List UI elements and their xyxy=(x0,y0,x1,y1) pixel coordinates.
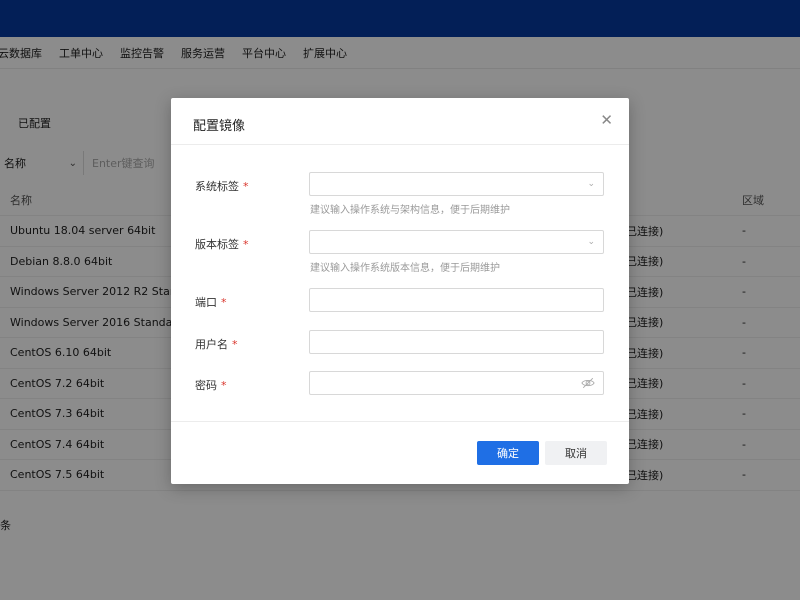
os-tag-select[interactable]: ⌄ xyxy=(309,172,604,196)
os-tag-label: 系统标签 * xyxy=(195,178,249,194)
password-label-text: 密码 xyxy=(195,379,217,392)
cancel-button[interactable]: 取消 xyxy=(545,441,607,465)
version-tag-select[interactable]: ⌄ xyxy=(309,230,604,254)
confirm-button[interactable]: 确定 xyxy=(477,441,539,465)
required-mark: * xyxy=(221,296,227,309)
port-label: 端口 * xyxy=(195,294,227,310)
os-tag-hint: 建议输入操作系统与架构信息，便于后期维护 xyxy=(310,205,510,216)
chevron-down-icon: ⌄ xyxy=(587,179,595,189)
configure-image-dialog: 配置镜像 ✕ 系统标签 * ⌄ 建议输入操作系统与架构信息，便于后期维护 版本标签… xyxy=(171,98,629,484)
version-tag-label-text: 版本标签 xyxy=(195,238,239,251)
dialog-footer-divider xyxy=(171,421,629,422)
password-input[interactable] xyxy=(309,371,604,395)
os-tag-label-text: 系统标签 xyxy=(195,180,239,193)
port-input[interactable] xyxy=(309,288,604,312)
close-icon[interactable]: ✕ xyxy=(600,111,613,129)
dialog-header: 配置镜像 ✕ xyxy=(171,98,629,145)
username-label-text: 用户名 xyxy=(195,338,228,351)
required-mark: * xyxy=(221,379,227,392)
required-mark: * xyxy=(232,338,238,351)
dialog-title: 配置镜像 xyxy=(193,119,246,134)
port-label-text: 端口 xyxy=(195,296,217,309)
required-mark: * xyxy=(243,180,249,193)
required-mark: * xyxy=(243,238,249,251)
version-tag-hint: 建议输入操作系统版本信息，便于后期维护 xyxy=(310,263,500,274)
username-input[interactable] xyxy=(309,330,604,354)
eye-off-icon[interactable] xyxy=(581,376,595,390)
version-tag-label: 版本标签 * xyxy=(195,236,249,252)
chevron-down-icon: ⌄ xyxy=(587,237,595,247)
password-label: 密码 * xyxy=(195,377,227,393)
username-label: 用户名 * xyxy=(195,336,238,352)
